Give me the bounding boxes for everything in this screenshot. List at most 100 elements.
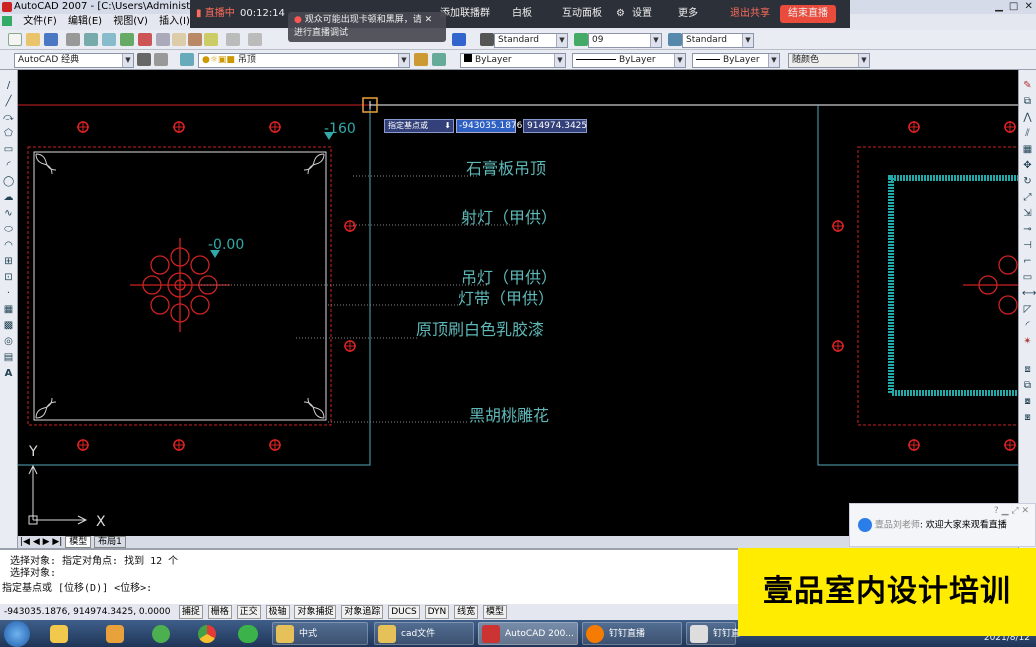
erase-icon[interactable]: ✎ [1022,80,1033,91]
make-current-layer-icon[interactable] [414,53,428,66]
taskbar-item-folder-cad[interactable]: cad文件 [374,622,474,645]
dim-style-icon[interactable] [574,33,588,46]
taskbar-item-dingtalk-2[interactable]: 钉钉直 [686,622,740,645]
break-at-point-icon[interactable]: ⌐ [1022,256,1033,267]
tab-model[interactable]: 模型 [65,536,92,548]
menu-edit[interactable]: 编辑(E) [68,14,102,30]
gear-icon[interactable]: ⚙ [616,0,625,28]
plot-icon[interactable] [66,33,80,46]
table-style-select[interactable]: Standard ▼ [682,33,754,48]
tab-layout1[interactable]: 布局1 [94,536,126,548]
copy-object-icon[interactable]: ⧉ [1022,96,1033,107]
drawing-canvas[interactable]: 石膏板吊顶 射灯（甲供） 吊灯（甲供） 灯带（甲供） 原顶刷白色乳胶漆 黑胡桃雕… [18,70,1018,536]
region-icon[interactable]: ◎ [3,336,14,347]
3d-dwf-icon[interactable] [120,33,134,46]
revcloud-icon[interactable]: ☁ [3,192,14,203]
snap-toggle[interactable]: 捕捉 [178,605,203,619]
more-button[interactable]: 更多 [678,0,698,28]
join-icon[interactable]: ⟷ [1022,288,1036,299]
array-icon[interactable]: ▦ [1022,144,1033,155]
table-style-icon[interactable] [668,33,682,46]
chrome-icon[interactable] [198,625,216,643]
spline-icon[interactable]: ∿ [3,208,14,219]
maximize-icon[interactable]: □ [1009,0,1018,14]
ducs-toggle[interactable]: DUCS [388,605,420,619]
ellipse-arc-icon[interactable]: ◠ [3,240,14,251]
minimize-icon[interactable]: ▁ [1002,506,1009,516]
end-live-button[interactable]: 结束直播 [780,5,836,23]
point-icon[interactable]: · [3,288,14,299]
grid-toggle[interactable]: 栅格 [207,605,232,619]
rectangle-icon[interactable]: ▭ [3,144,14,155]
fillet-icon[interactable]: ◜ [1022,320,1033,331]
new-icon[interactable] [8,33,22,46]
exit-share-button[interactable]: 退出共享 [730,0,770,28]
tab-nav-arrows[interactable]: |◀ ◀ ▶ ▶| [20,537,62,547]
ortho-toggle[interactable]: 正交 [236,605,261,619]
taskbar-item-folder[interactable]: 中式 [272,622,368,645]
down-arrow-icon[interactable]: ⬇ [444,120,451,132]
rotate-icon[interactable]: ↻ [1022,176,1033,187]
scale-icon[interactable]: ⤢ [1022,192,1033,203]
model-toggle[interactable]: 模型 [483,605,508,619]
osnap-toggle[interactable]: 对象捕捉 [294,605,337,619]
polyline-icon[interactable]: ⤼ [3,112,14,123]
help-icon[interactable]: ? [994,506,999,516]
dim-style-select[interactable]: 09 ▼ [588,33,662,48]
insert-block-icon[interactable]: ⊞ [3,256,14,267]
cut-icon[interactable] [138,33,152,46]
offset-icon[interactable]: ⫽ [1022,128,1033,139]
paste-icon[interactable] [172,33,186,46]
menu-view[interactable]: 视图(V) [113,14,148,30]
copy-icon[interactable] [156,33,170,46]
polygon-icon[interactable]: ⬠ [3,128,14,139]
preview-icon[interactable] [84,33,98,46]
menu-file[interactable]: 文件(F) [23,14,57,30]
plotstyle-select[interactable]: 随颜色 ▼ [788,53,870,68]
extend-icon[interactable]: ⊣ [1022,240,1033,251]
workspace-select[interactable]: AutoCAD 经典 ▼ [14,53,134,68]
table-icon[interactable]: ▤ [3,352,14,363]
mtext-icon[interactable]: A [3,368,14,379]
app-icon-1[interactable] [50,625,68,643]
undo-icon[interactable] [226,33,240,46]
close-icon[interactable]: ✕ [425,15,433,25]
layer-select[interactable]: ●☼▣■ 吊顶 ▼ [198,53,410,68]
minimize-icon[interactable]: ▁ [995,0,1003,14]
dyn-toggle[interactable]: DYN [424,605,450,619]
workspace-lock-icon[interactable] [154,53,168,66]
explode-icon[interactable]: ✴ [1022,336,1033,347]
otrack-toggle[interactable]: 对象追踪 [341,605,384,619]
bring-front-icon[interactable]: ⧉ [1022,380,1033,391]
chamfer-icon[interactable]: ◸ [1022,304,1033,315]
redo-icon[interactable] [248,33,262,46]
gradient-icon[interactable]: ▩ [3,320,14,331]
settings-button[interactable]: 设置 [632,0,652,28]
move-icon[interactable]: ✥ [1022,160,1033,171]
wechat-icon[interactable] [238,625,258,643]
draworder-icon[interactable]: ⧈ [1022,364,1033,375]
polar-toggle[interactable]: 极轴 [265,605,290,619]
make-block-icon[interactable]: ⊡ [3,272,14,283]
text-style-select[interactable]: Standard ▼ [494,33,568,48]
stretch-icon[interactable]: ⇲ [1022,208,1033,219]
line-icon[interactable]: / [3,80,14,91]
break-icon[interactable]: ▭ [1022,272,1033,283]
browser-icon[interactable] [152,625,170,643]
taskbar-item-autocad[interactable]: AutoCAD 200... [478,622,578,645]
close-icon[interactable]: ✕ [1021,506,1029,516]
workspace-settings-icon[interactable] [137,53,151,66]
lineweight-toggle[interactable]: 线宽 [454,605,479,619]
save-icon[interactable] [44,33,58,46]
hatch-icon[interactable]: ▦ [3,304,14,315]
close-icon[interactable]: ✕ [1025,0,1033,14]
help-icon[interactable] [452,33,466,46]
open-icon[interactable] [26,33,40,46]
arc-icon[interactable]: ◜ [3,160,14,171]
send-back-icon[interactable]: ⧇ [1022,396,1033,407]
match-properties-icon[interactable] [188,33,202,46]
add-group-button[interactable]: 添加联播群 [440,0,490,28]
expand-icon[interactable]: ⤢ [1011,506,1018,516]
publish-icon[interactable] [102,33,116,46]
layer-previous-icon[interactable] [432,53,446,66]
